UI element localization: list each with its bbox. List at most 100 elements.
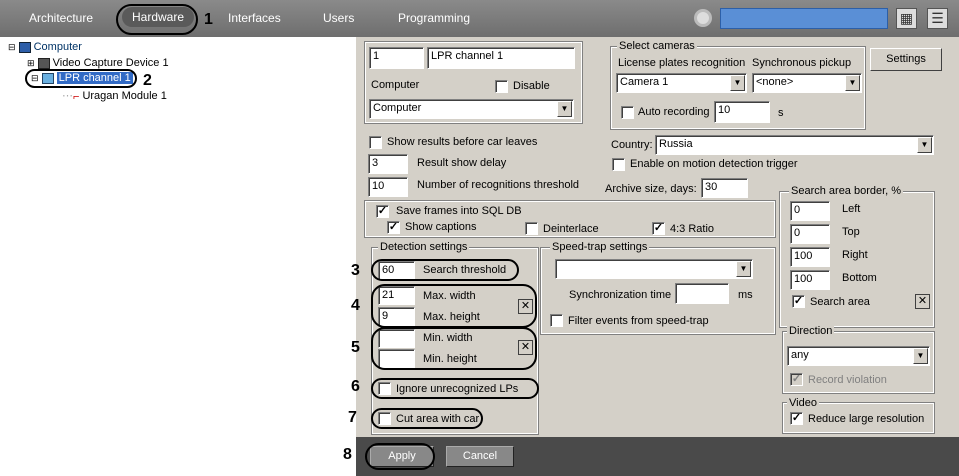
channel-name-field[interactable]: LPR channel 1	[427, 47, 575, 69]
highlight-ring-max-size	[371, 284, 537, 328]
deinterlace-checkbox[interactable]	[525, 222, 538, 235]
annotation-number: 1	[204, 11, 213, 28]
motion-trigger-checkbox[interactable]	[612, 158, 625, 171]
chevron-down-icon: ▼	[736, 261, 751, 277]
sync-pickup-label: Synchronous pickup	[752, 57, 852, 69]
right-border-field[interactable]: 100	[790, 247, 830, 267]
highlight-ring-hardware	[116, 4, 198, 35]
search-input[interactable]	[720, 8, 888, 29]
deinterlace-label: Deinterlace	[543, 223, 599, 235]
highlight-ring-search-threshold	[371, 259, 519, 281]
channel-id-field[interactable]: 1	[369, 47, 424, 69]
tab-architecture[interactable]: Architecture	[29, 11, 93, 25]
sync-pickup-select[interactable]: <none> ▼	[752, 73, 862, 93]
sync-time-field[interactable]	[675, 283, 729, 304]
chevron-down-icon: ▼	[917, 137, 932, 153]
show-captions-label: Show captions	[405, 221, 477, 233]
save-frames-checkbox[interactable]: ✓	[376, 205, 389, 218]
recog-threshold-field[interactable]: 10	[368, 177, 408, 197]
search-area-edit-icon[interactable]: ✕	[915, 294, 930, 309]
annotation-number: 8	[343, 446, 352, 463]
motion-trigger-label: Enable on motion detection trigger	[630, 158, 798, 170]
search-area-label: Search area	[810, 296, 870, 308]
computer-label: Computer	[371, 79, 420, 91]
show-captions-checkbox[interactable]: ✓	[387, 221, 400, 234]
search-border-legend: Search area border, %	[789, 185, 904, 197]
filter-speedtrap-checkbox[interactable]	[550, 314, 563, 327]
cancel-button[interactable]: Cancel	[446, 446, 514, 467]
country-select[interactable]: Russia ▼	[655, 135, 934, 155]
direction-legend: Direction	[787, 325, 835, 337]
grid-icon[interactable]: ▦	[896, 8, 917, 29]
annotation-number: 2	[143, 72, 152, 89]
result-delay-field[interactable]: 3	[368, 154, 408, 174]
save-frames-label: Save frames into SQL DB	[396, 205, 522, 217]
auto-recording-checkbox[interactable]	[621, 106, 634, 119]
disable-checkbox[interactable]	[495, 80, 508, 93]
hardware-tree: ⊟ Computer ⊞ Video Capture Device 1 ⊟ LP…	[0, 37, 356, 476]
lpr-camera-select[interactable]: Camera 1 ▼	[616, 73, 747, 93]
left-border-field[interactable]: 0	[790, 201, 830, 221]
tree-node-uragan-module[interactable]: ⋯⌐ Uragan Module 1	[62, 89, 167, 103]
chevron-down-icon: ▼	[913, 348, 928, 364]
video-legend: Video	[787, 397, 819, 409]
speedtrap-legend: Speed-trap settings	[550, 241, 650, 253]
highlight-ring-cut-area	[371, 408, 483, 429]
tree-node-video-capture[interactable]: ⊞ Video Capture Device 1	[27, 57, 169, 69]
reduce-resolution-label: Reduce large resolution	[808, 413, 925, 425]
archive-size-label: Archive size, days:	[605, 183, 697, 195]
select-cameras-legend: Select cameras	[617, 40, 697, 52]
computer-icon	[18, 41, 31, 53]
recog-threshold-label: Number of recognitions threshold	[417, 179, 580, 191]
annotation-number: 5	[351, 339, 360, 356]
menu-icon[interactable]: ☰	[927, 8, 948, 29]
show-results-label: Show results before car leaves	[387, 136, 538, 148]
lpr-camera-label: License plates recognition	[618, 57, 746, 69]
auto-recording-field[interactable]: 10	[714, 101, 770, 123]
result-delay-label: Result show delay	[417, 157, 507, 169]
highlight-ring-apply	[365, 443, 435, 470]
annotation-number: 7	[348, 409, 357, 426]
annotation-number: 3	[351, 262, 360, 279]
right-border-label: Right	[842, 249, 868, 261]
filter-speedtrap-label: Filter events from speed-trap	[568, 315, 709, 327]
tab-interfaces[interactable]: Interfaces	[228, 11, 281, 25]
detection-settings-legend: Detection settings	[378, 241, 470, 253]
ratio-checkbox[interactable]: ✓	[652, 222, 665, 235]
disable-label: Disable	[513, 80, 550, 92]
direction-select[interactable]: any ▼	[787, 346, 930, 366]
auto-recording-label: Auto recording	[638, 106, 710, 118]
reduce-resolution-checkbox[interactable]: ✓	[790, 412, 803, 425]
tree-node-computer[interactable]: ⊟ Computer	[8, 41, 82, 53]
settings-button[interactable]: Settings	[870, 48, 942, 71]
record-violation-checkbox[interactable]: ✓	[790, 373, 803, 386]
gear-icon[interactable]	[694, 9, 712, 27]
ms-unit: ms	[738, 289, 753, 301]
action-bar: Apply Cancel	[356, 437, 959, 476]
seconds-unit: s	[778, 107, 784, 119]
bottom-border-field[interactable]: 100	[790, 270, 830, 290]
tab-programming[interactable]: Programming	[398, 11, 470, 25]
annotation-number: 6	[351, 378, 360, 395]
country-label: Country:	[611, 139, 653, 151]
highlight-ring-min-size	[371, 327, 537, 370]
tab-users[interactable]: Users	[323, 11, 354, 25]
archive-size-field[interactable]: 30	[701, 178, 748, 198]
speedtrap-select[interactable]: ▼	[555, 259, 753, 279]
left-border-label: Left	[842, 203, 861, 215]
computer-select[interactable]: Computer ▼	[369, 99, 574, 119]
highlight-ring-lpr-channel	[25, 69, 137, 88]
top-border-label: Top	[842, 226, 860, 238]
highlight-ring-ignore	[371, 378, 539, 399]
bottom-border-label: Bottom	[842, 272, 877, 284]
chevron-down-icon: ▼	[845, 75, 860, 91]
capture-device-icon	[37, 57, 50, 69]
sync-time-label: Synchronization time	[569, 289, 672, 301]
top-border-field[interactable]: 0	[790, 224, 830, 244]
search-area-checkbox[interactable]: ✓	[792, 295, 805, 308]
annotation-number: 4	[351, 297, 360, 314]
uragan-module-icon: ⌐	[73, 90, 80, 103]
show-results-checkbox[interactable]	[369, 136, 382, 149]
record-violation-label: Record violation	[808, 374, 887, 386]
ratio-label: 4:3 Ratio	[670, 223, 715, 235]
